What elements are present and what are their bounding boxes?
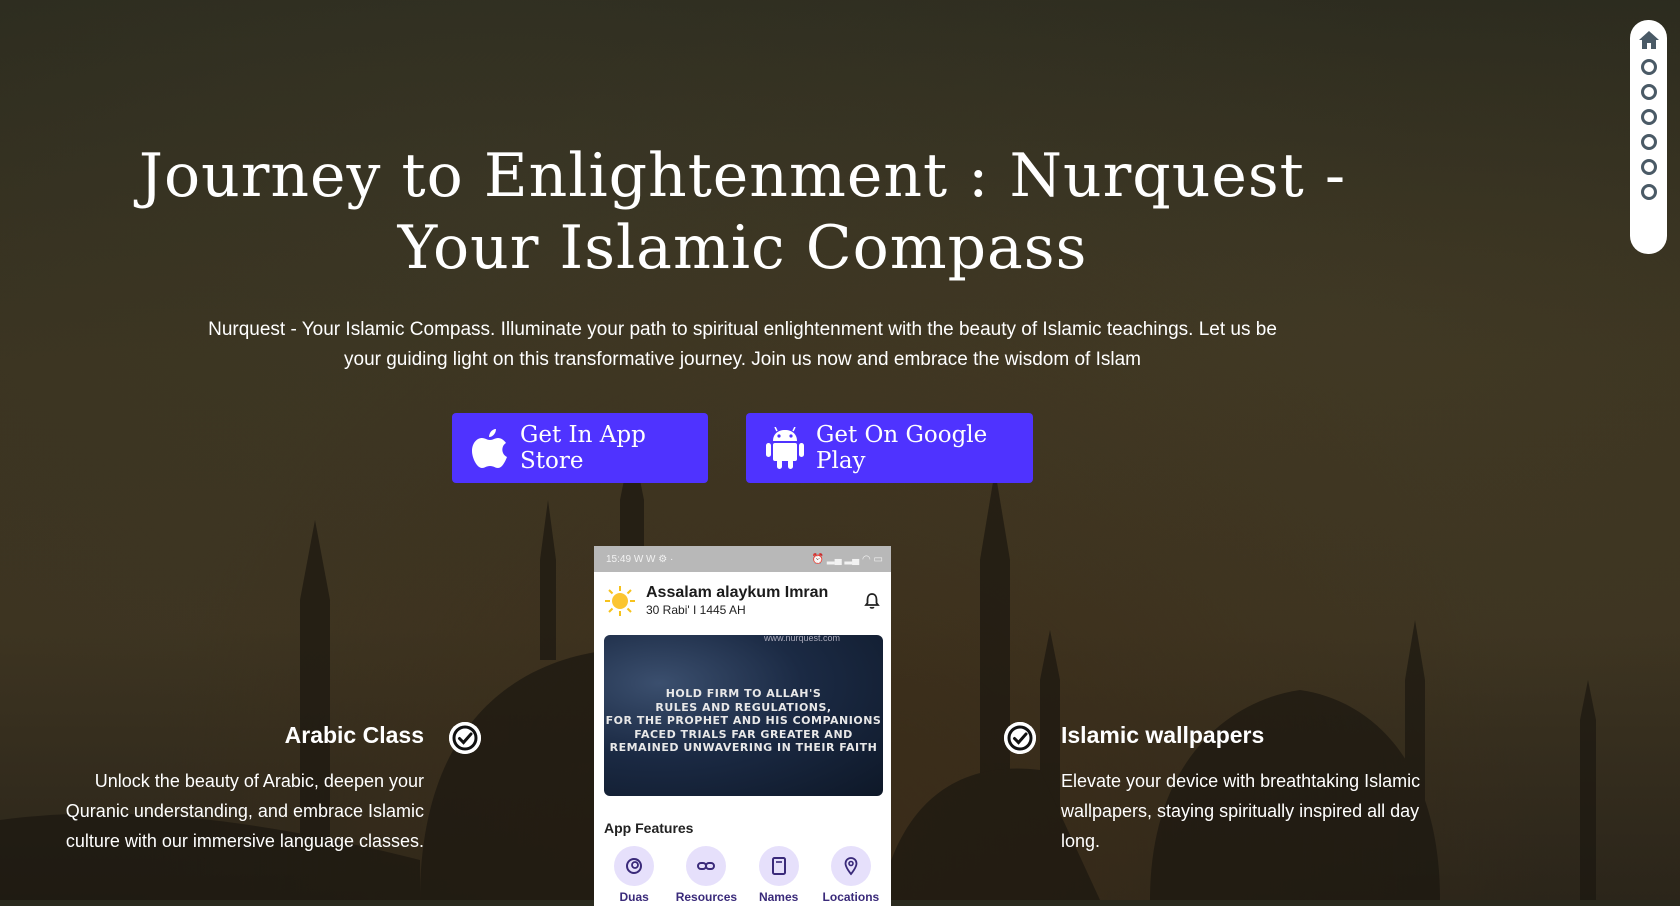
section-dot-5[interactable]	[1640, 159, 1657, 175]
feature-label: Resources	[675, 890, 738, 904]
status-extra: W W	[633, 553, 656, 565]
section-dot-6[interactable]	[1640, 184, 1657, 200]
banner-url: www.nurquest.com	[764, 635, 841, 643]
status-icons: ⏰ ▂▄ ▂▄ ◠ ▭	[811, 553, 883, 565]
location-pin-icon	[844, 857, 858, 876]
feature-duas[interactable]: Duas	[600, 846, 668, 904]
app-features-label: App Features	[604, 820, 694, 836]
check-circle-icon	[1004, 722, 1036, 754]
sun-icon	[604, 585, 636, 617]
home-icon[interactable]	[1638, 30, 1660, 50]
bell-icon[interactable]	[863, 592, 881, 610]
feature-desc-arabic-class: Unlock the beauty of Arabic, deepen your…	[65, 771, 424, 851]
banner-line: HOLD FIRM TO ALLAH'S	[665, 687, 822, 700]
banner-line: FACED TRIALS FAR GREATER AND	[634, 727, 853, 741]
banner-line: REMAINED UNWAVERING IN THEIR FAITH	[609, 741, 878, 754]
feature-desc-islamic-wallpapers: Elevate your device with breathtaking Is…	[1061, 771, 1421, 851]
app-store-button[interactable]: Get In App Store	[452, 413, 708, 483]
hijri-date: 30 Rabi' I 1445 AH	[646, 603, 746, 617]
banner-line: FOR THE PROPHET AND HIS COMPANIONS	[605, 714, 882, 727]
link-icon	[697, 862, 716, 870]
apple-icon	[472, 429, 507, 468]
feature-label: Locations	[822, 890, 880, 904]
google-play-label: Get On Google Play	[816, 422, 988, 474]
hero-subtitle: Nurquest - Your Islamic Compass. Illumin…	[208, 319, 1277, 370]
greeting-text: Assalam alaykum Imran	[646, 584, 829, 601]
side-section-nav	[1630, 20, 1667, 254]
android-icon	[766, 427, 804, 469]
section-dot-1[interactable]	[1640, 59, 1657, 75]
status-time: 15:49	[606, 553, 632, 565]
app-store-label: Get In App Store	[520, 422, 646, 474]
quote-banner[interactable]: www.nurquest.com HOLD FIRM TO ALLAH'S RU…	[604, 635, 883, 796]
feature-names[interactable]: Names	[745, 846, 813, 904]
check-circle-icon	[449, 722, 481, 754]
phone-status-bar: 15:49 W W ⚙ · ⏰ ▂▄ ▂▄ ◠ ▭	[594, 546, 891, 572]
google-play-button[interactable]: Get On Google Play	[746, 413, 1033, 483]
section-dot-3[interactable]	[1640, 109, 1657, 125]
section-dot-2[interactable]	[1640, 84, 1657, 100]
duas-icon	[626, 858, 643, 874]
phone-mockup: 15:49 W W ⚙ · ⏰ ▂▄ ▂▄ ◠ ▭ Assalam alayku…	[594, 546, 891, 906]
feature-title-islamic-wallpapers: Islamic wallpapers	[1061, 722, 1265, 748]
feature-label: Names	[758, 890, 799, 904]
phone-header: Assalam alaykum Imran 30 Rabi' I 1445 AH	[594, 572, 891, 617]
hero-title: Journey to Enlightenment : Nurquest - Yo…	[138, 141, 1347, 283]
feature-locations[interactable]: Locations	[817, 846, 885, 904]
book-icon	[771, 857, 786, 875]
feature-resources[interactable]: Resources	[672, 846, 740, 904]
banner-line: RULES AND REGULATIONS,	[655, 700, 832, 714]
feature-label: Duas	[619, 890, 649, 904]
banner-quote: HOLD FIRM TO ALLAH'S RULES AND REGULATIO…	[604, 687, 883, 755]
section-dot-4[interactable]	[1640, 134, 1657, 150]
feature-title-arabic-class: Arabic Class	[284, 722, 424, 748]
app-features-row: Duas Resources Names Locations	[594, 846, 891, 904]
